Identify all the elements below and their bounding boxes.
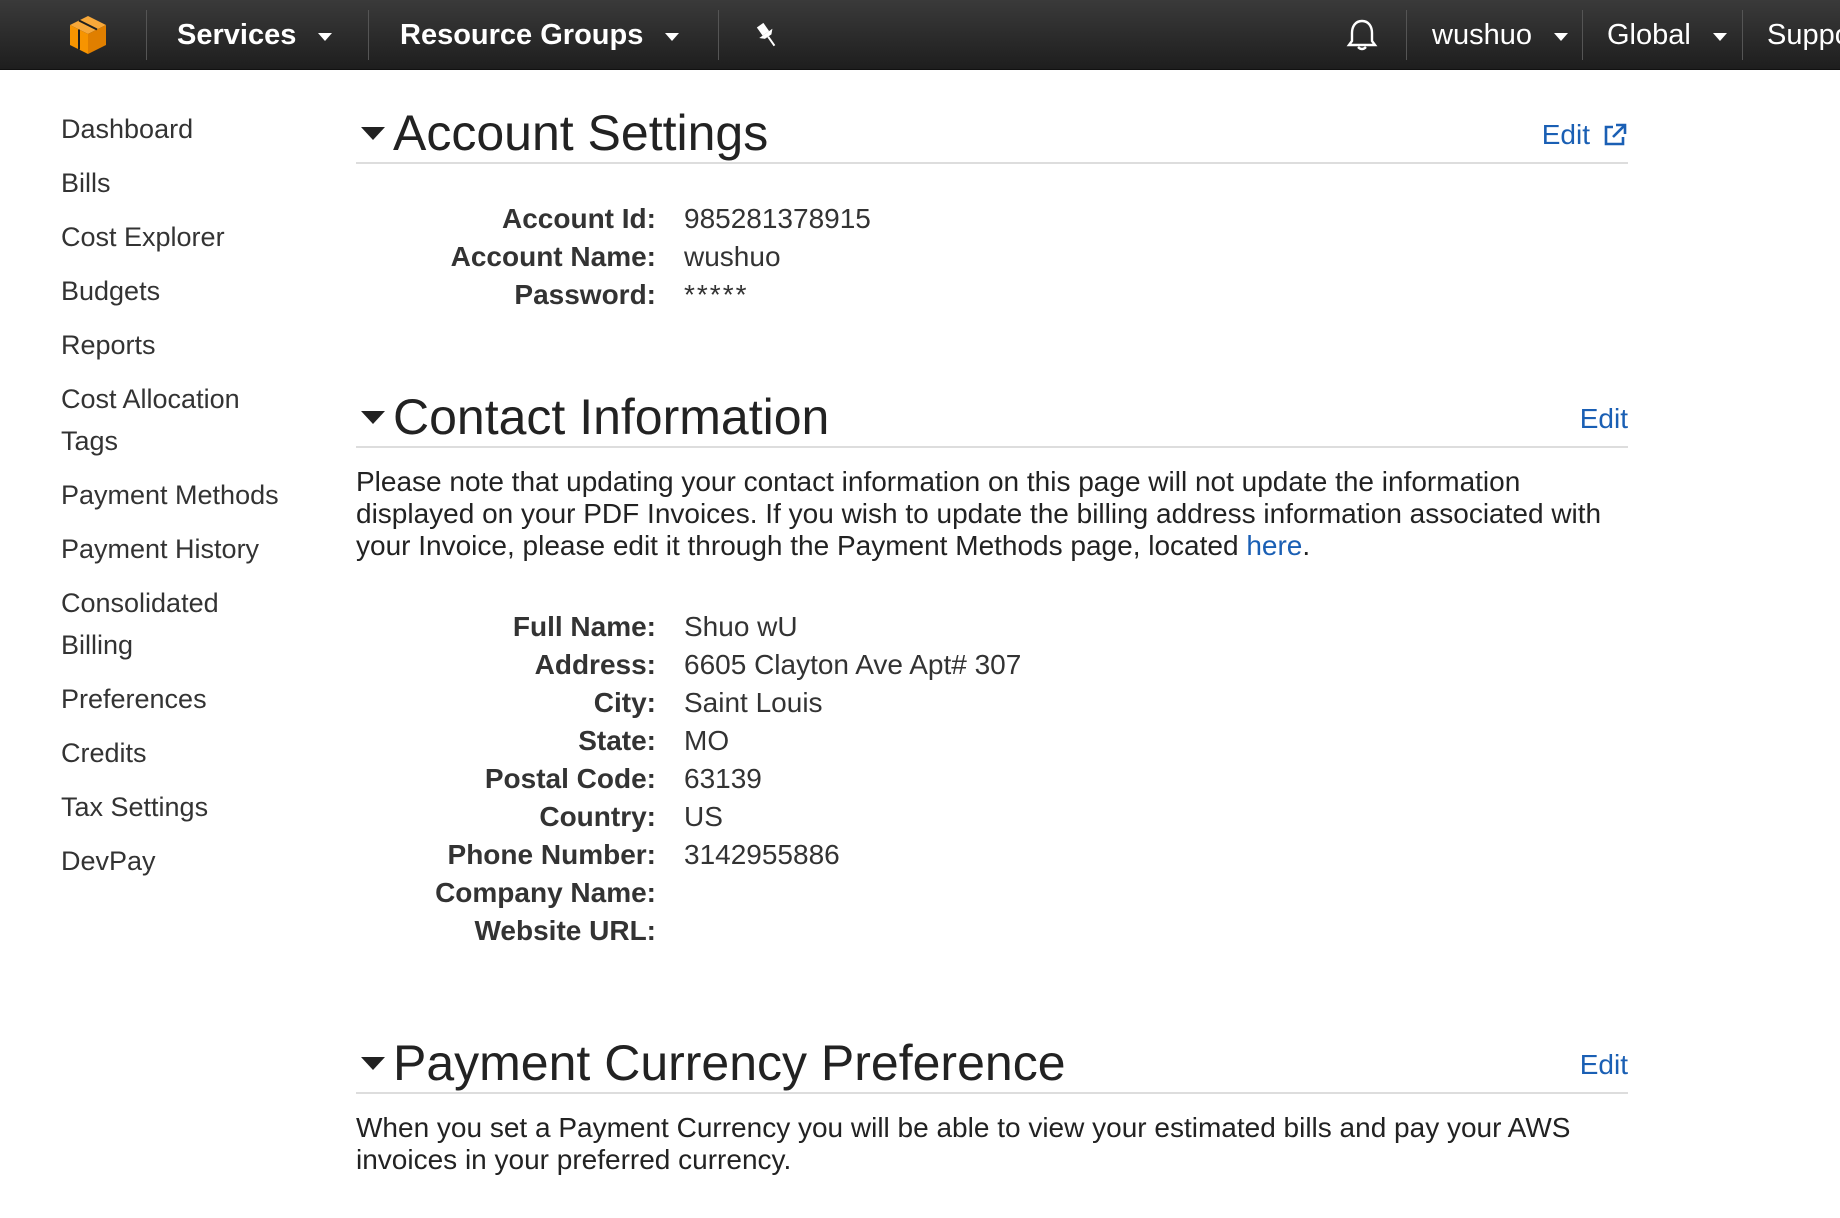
payment-currency-description: When you set a Payment Currency you will… [356, 1112, 1571, 1175]
nav-divider [1742, 10, 1743, 60]
sidebar-item-preferences[interactable]: Preferences [61, 678, 321, 720]
sidebar-item-dashboard[interactable]: Dashboard [61, 108, 321, 150]
account-name-label: Account Name: [450, 241, 656, 272]
city-value: Saint Louis [684, 687, 823, 718]
state-label: State: [578, 725, 656, 756]
company-name-value [684, 874, 1628, 912]
country-value: US [684, 801, 723, 832]
user-name-label: wushuo [1432, 18, 1532, 51]
account-settings-section: Account Settings Edit Account Id: 985281… [356, 100, 1628, 314]
sidebar-item-payment-methods[interactable]: Payment Methods [61, 474, 321, 516]
payment-methods-here-link[interactable]: here [1246, 530, 1302, 561]
account-settings-header: Account Settings Edit [356, 100, 1628, 164]
nav-divider [1406, 10, 1407, 60]
contact-information-header: Contact Information Edit [356, 384, 1628, 448]
user-account-menu[interactable]: wushuo [1432, 0, 1568, 70]
address-value: 6605 Clayton Ave Apt# 307 [684, 649, 1022, 680]
address-label: Address: [534, 649, 656, 680]
support-label: Suppo [1767, 18, 1840, 51]
nav-divider [718, 10, 719, 60]
top-navigation-bar: Services Resource Groups wushuo Global S… [0, 0, 1840, 70]
collapse-triangle-icon[interactable] [361, 411, 385, 424]
chevron-down-icon [665, 33, 680, 41]
services-menu[interactable]: Services [177, 0, 333, 70]
edit-label: Edit [1541, 119, 1590, 150]
account-settings-edit-link[interactable]: Edit [1542, 119, 1628, 151]
account-settings-fields: Account Id: 985281378915 Account Name: w… [356, 200, 1628, 314]
chevron-down-icon [318, 33, 333, 41]
payment-currency-header: Payment Currency Preference Edit [356, 1030, 1628, 1094]
section-title: Payment Currency Preference [393, 1035, 1066, 1091]
city-label: City: [593, 687, 656, 718]
country-label: Country: [539, 801, 656, 832]
section-title: Contact Information [393, 389, 830, 445]
payment-currency-section: Payment Currency Preference Edit When yo… [356, 1030, 1628, 1176]
state-value: MO [684, 725, 730, 756]
account-id-value: 985281378915 [684, 203, 871, 234]
contact-information-section: Contact Information Edit Please note tha… [356, 384, 1628, 950]
postal-code-label: Postal Code: [484, 763, 656, 794]
account-id-label: Account Id: [502, 203, 656, 234]
sidebar-item-tax-settings[interactable]: Tax Settings [61, 786, 321, 828]
website-url-value [684, 912, 1628, 950]
sidebar-item-bills[interactable]: Bills [61, 162, 321, 204]
aws-cube-icon[interactable] [66, 0, 110, 70]
postal-code-value: 63139 [684, 763, 762, 794]
chevron-down-icon [1712, 33, 1727, 41]
account-name-value: wushuo [684, 241, 781, 272]
support-menu[interactable]: Suppo [1767, 0, 1840, 70]
phone-number-label: Phone Number: [447, 839, 656, 870]
main-content: Account Settings Edit Account Id: 985281… [356, 100, 1628, 1176]
resource-groups-label: Resource Groups [400, 18, 644, 51]
website-url-label: Website URL: [474, 915, 657, 946]
section-title: Account Settings [393, 105, 769, 161]
contact-information-fields: Full Name: Shuo wU Address: 6605 Clayton… [356, 608, 1628, 950]
contact-note-end: . [1302, 530, 1311, 561]
password-label: Password: [514, 279, 656, 310]
company-name-label: Company Name: [435, 877, 656, 908]
sidebar-item-devpay[interactable]: DevPay [61, 840, 321, 882]
collapse-triangle-icon[interactable] [361, 1057, 385, 1070]
billing-sidebar: Dashboard Bills Cost Explorer Budgets Re… [61, 108, 321, 894]
sidebar-item-reports[interactable]: Reports [61, 324, 321, 366]
region-label: Global [1607, 18, 1691, 51]
sidebar-item-cost-allocation-tags[interactable]: Cost Allocation Tags [61, 378, 261, 462]
sidebar-item-cost-explorer[interactable]: Cost Explorer [61, 216, 321, 258]
sidebar-item-payment-history[interactable]: Payment History [61, 528, 321, 570]
external-link-icon [1602, 122, 1628, 148]
chevron-down-icon [1553, 33, 1568, 41]
sidebar-item-credits[interactable]: Credits [61, 732, 321, 774]
nav-divider [146, 10, 147, 60]
bell-icon[interactable] [1344, 0, 1380, 70]
sidebar-item-consolidated-billing[interactable]: Consolidated Billing [61, 582, 261, 666]
region-menu[interactable]: Global [1607, 0, 1727, 70]
contact-information-edit-link[interactable]: Edit [1580, 403, 1628, 435]
resource-groups-menu[interactable]: Resource Groups [400, 0, 680, 70]
sidebar-item-budgets[interactable]: Budgets [61, 270, 321, 312]
contact-note: Please note that updating your contact i… [356, 466, 1628, 562]
full-name-label: Full Name: [512, 611, 656, 642]
password-value: ***** [684, 279, 749, 310]
nav-divider [368, 10, 369, 60]
phone-number-value: 3142955886 [684, 839, 840, 870]
full-name-value: Shuo wU [684, 611, 798, 642]
services-label: Services [177, 18, 297, 51]
contact-note-text: Please note that updating your contact i… [356, 466, 1602, 561]
collapse-triangle-icon[interactable] [361, 127, 385, 140]
payment-currency-edit-link[interactable]: Edit [1580, 1049, 1628, 1081]
pin-icon[interactable] [752, 0, 782, 70]
nav-divider [1582, 10, 1583, 60]
